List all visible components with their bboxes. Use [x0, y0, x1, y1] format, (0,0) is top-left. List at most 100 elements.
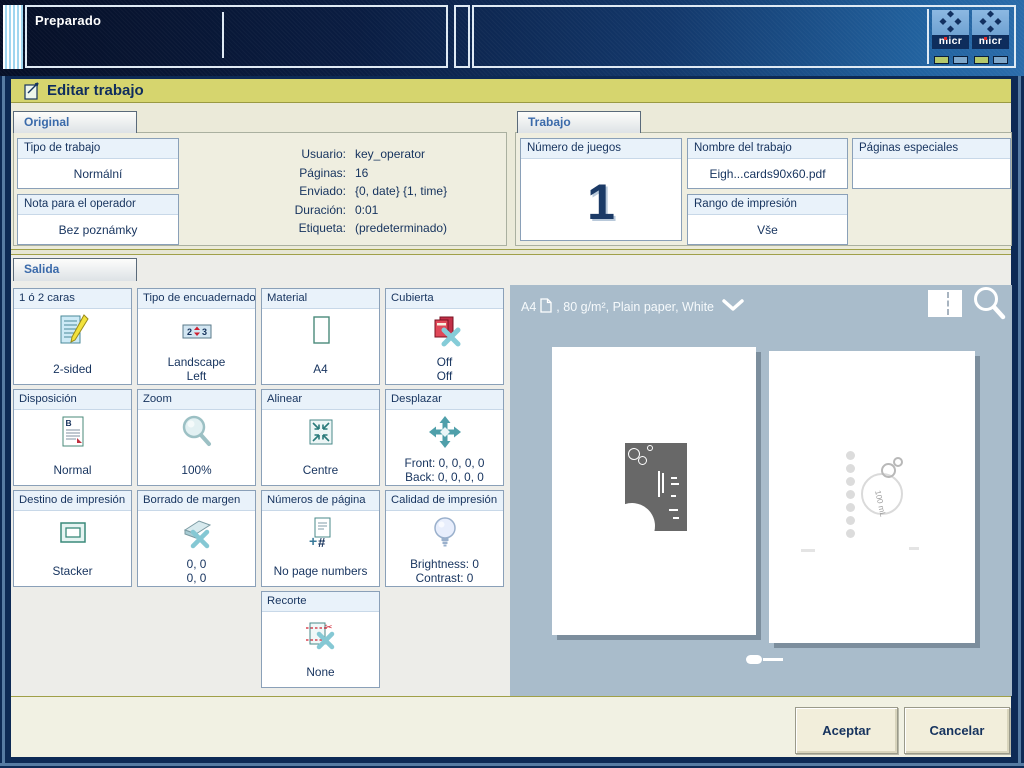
tile-zoom[interactable]: Zoom 100%	[137, 389, 256, 486]
trim-off-icon: ✂	[303, 612, 339, 656]
zoom-preview-icon[interactable]	[972, 286, 1008, 327]
tile-value2: Back: 0, 0, 0, 0	[405, 470, 484, 484]
activity-stripes-indicator	[3, 5, 23, 69]
tile-label: Calidad de impresión	[386, 491, 503, 511]
tile-page-numbers[interactable]: Números de página + # No page numbers	[261, 490, 380, 587]
preview-slider-handle[interactable]	[746, 655, 762, 664]
print-range-button[interactable]: Rango de impresión Vše	[687, 194, 848, 245]
duplex-page-pencil-icon	[55, 309, 91, 353]
printer-status-box: Preparado	[25, 5, 448, 68]
tile-value: Centre	[303, 463, 338, 477]
trabajo-panel: Número de juegos 1 Nombre del trabajo Ei…	[515, 132, 1012, 246]
stacker-tray-icon	[55, 511, 91, 555]
tile-label: Números de página	[262, 491, 379, 511]
svg-text:✂: ✂	[325, 622, 333, 632]
status-divider	[222, 12, 224, 58]
binding-2-3-icon: 2 3	[179, 309, 215, 353]
sheet-icon	[540, 298, 552, 316]
tile-value: 100%	[181, 463, 211, 477]
tab-original[interactable]: Original	[13, 111, 137, 133]
edit-job-dialog: Editar trabajo Original Tipo de trabajo …	[8, 76, 1014, 760]
number-of-sets-button[interactable]: Número de juegos 1	[520, 138, 682, 241]
blue-light-indicator	[953, 56, 968, 64]
tile-value: None	[306, 665, 334, 679]
special-pages-button[interactable]: Páginas especiales	[852, 138, 1011, 189]
preview-page-front	[552, 347, 756, 635]
tile-value: Off	[437, 355, 453, 369]
info-row: Enviado:{0, date} {1, time}	[241, 182, 501, 201]
info-row: Etiqueta:(predeterminado)	[241, 219, 501, 238]
media-selector[interactable]: A4 , 80 g/m², Plain paper, White	[521, 298, 744, 316]
magnifier-icon	[179, 410, 215, 454]
tile-label: Material	[262, 289, 379, 309]
tile-margin-erase[interactable]: Borrado de margen 0, 00, 0	[137, 490, 256, 587]
green-light-indicator	[974, 56, 989, 64]
chevron-down-icon	[722, 299, 744, 315]
cancel-button[interactable]: Cancelar	[904, 707, 1010, 754]
tile-value: 0, 0	[187, 557, 207, 571]
number-of-sets-value: 1	[521, 159, 681, 245]
tile-value: 2-sided	[53, 362, 92, 376]
tile-print-quality[interactable]: Calidad de impresión Brightness: 0Contra…	[385, 490, 504, 587]
tile-label: Alinear	[262, 390, 379, 410]
job-name-field[interactable]: Nombre del trabajo Eigh...cards90x60.pdf	[687, 138, 848, 189]
micr-toner-indicator-1[interactable]: micr	[932, 10, 969, 64]
printer-status-text: Preparado	[35, 13, 101, 28]
tile-align[interactable]: Alinear Centre	[261, 389, 380, 486]
tile-shift[interactable]: Desplazar Front: 0, 0, 0, 0Back: 0, 0, 0…	[385, 389, 504, 486]
job-type-value: Normální	[18, 159, 178, 188]
lightbulb-icon	[427, 511, 463, 555]
align-center-icon	[303, 410, 339, 454]
svg-text:2: 2	[187, 327, 192, 337]
tile-value2: Left	[187, 369, 207, 383]
tile-trim[interactable]: Recorte ✂ None	[261, 591, 380, 688]
status-box-right: micr micr	[472, 5, 1016, 68]
svg-text:B: B	[65, 418, 71, 428]
micr-label: micr	[932, 35, 969, 49]
preview-slider-track	[763, 658, 783, 661]
window-edge-bottom	[0, 763, 1024, 766]
accept-button[interactable]: Aceptar	[795, 707, 898, 754]
job-type-label: Tipo de trabajo	[18, 139, 178, 159]
special-pages-value	[853, 159, 1010, 188]
cover-off-icon	[427, 309, 463, 353]
blue-light-indicator	[993, 56, 1008, 64]
window-edge-right	[1018, 76, 1021, 765]
tile-material[interactable]: Material A4	[261, 288, 380, 385]
original-panel: Tipo de trabajo Normální Nota para el op…	[13, 132, 507, 246]
micr-toner-indicator-2[interactable]: micr	[972, 10, 1009, 64]
tab-trabajo[interactable]: Trabajo	[517, 111, 641, 133]
svg-text:#: #	[318, 535, 326, 550]
operator-note-button[interactable]: Nota para el operador Bez poznámky	[17, 194, 179, 245]
job-name-label: Nombre del trabajo	[688, 139, 847, 159]
info-row: Duración:0:01	[241, 201, 501, 220]
print-range-value: Vše	[688, 215, 847, 244]
tile-value: No page numbers	[274, 564, 368, 578]
layout-page-icon: B	[55, 410, 91, 454]
tile-value: Stacker	[53, 564, 93, 578]
tile-label: Tipo de encuadernado	[138, 289, 255, 309]
window-edge-left	[2, 76, 5, 765]
shift-arrows-icon	[427, 410, 463, 454]
spread-view-icon[interactable]	[928, 290, 962, 317]
tile-cover[interactable]: Cubierta OffOff	[385, 288, 504, 385]
special-pages-label: Páginas especiales	[853, 139, 1010, 159]
svg-text:+: +	[309, 533, 317, 549]
tile-value2: Off	[437, 369, 453, 383]
info-row: Páginas:16	[241, 164, 501, 183]
status-divider	[927, 9, 929, 64]
tile-binding[interactable]: Tipo de encuadernado 2 3 LandscapeLeft	[137, 288, 256, 385]
tile-value: Normal	[53, 463, 91, 477]
operator-note-label: Nota para el operador	[18, 195, 178, 215]
tab-salida[interactable]: Salida	[13, 258, 137, 281]
micr-dots-icon	[972, 10, 1009, 35]
tile-value2: Contrast: 0	[416, 571, 474, 585]
tile-sides[interactable]: 1 ó 2 caras 2-sided	[13, 288, 132, 385]
tile-layout[interactable]: Disposición B Normal	[13, 389, 132, 486]
job-type-button[interactable]: Tipo de trabajo Normální	[17, 138, 179, 189]
media-spec: , 80 g/m², Plain paper, White	[556, 300, 714, 314]
tile-output-destination[interactable]: Destino de impresión Stacker	[13, 490, 132, 587]
job-name-value: Eigh...cards90x60.pdf	[688, 159, 847, 188]
blank-sheet-icon	[303, 309, 339, 353]
tile-value: Brightness: 0	[410, 557, 479, 571]
